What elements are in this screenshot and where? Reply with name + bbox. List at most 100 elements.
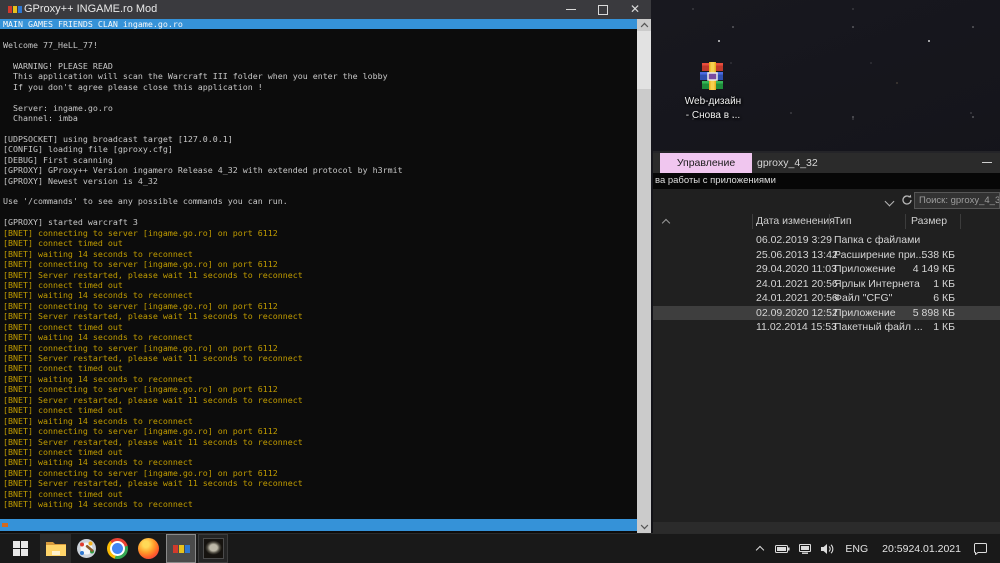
desktop-icon-winrar-archive[interactable]: Web-дизайн - Снова в ... [672,62,754,122]
clock[interactable]: 20:59 24.01.2021 [874,543,969,555]
close-icon[interactable]: ✕ [619,0,651,19]
clock-date: 24.01.2021 [908,543,961,555]
console-line [0,123,637,133]
scroll-down-icon[interactable] [641,522,649,530]
console-line: [BNET] waiting 14 seconds to reconnect [0,499,637,509]
explorer-search-input[interactable]: Поиск: gproxy_4_32 [914,192,1000,209]
start-button[interactable] [0,534,40,563]
console-line: [BNET] connecting to server [ingame.go.r… [0,301,637,311]
console-line: [BNET] waiting 14 seconds to reconnect [0,332,637,342]
folder-icon [45,540,67,557]
column-separator[interactable] [960,214,961,229]
explorer-minimize-icon[interactable] [982,162,992,163]
console-line: [BNET] Server restarted, please wait 11 … [0,478,637,488]
column-header-size[interactable]: Размер [911,212,947,231]
clock-time: 20:59 [882,543,908,555]
file-date: 24.01.2021 20:56 [756,277,838,292]
console-line: [BNET] waiting 14 seconds to reconnect [0,249,637,259]
refresh-icon[interactable] [901,194,913,206]
console-line: [BNET] Server restarted, please wait 11 … [0,270,637,280]
column-separator[interactable] [829,214,830,229]
console-input-bar[interactable] [0,519,637,531]
screen: { "terminal": { "title": "GProxy++ INGAM… [0,0,1000,563]
terminal-titlebar[interactable]: GProxy++ INGAME.ro Mod ✕ [0,0,651,19]
taskbar-firefox-button[interactable] [133,534,164,563]
column-separator[interactable] [905,214,906,229]
minimize-icon[interactable] [555,0,587,19]
file-size: 538 КБ [889,248,955,263]
gproxy-terminal-window: GProxy++ INGAME.ro Mod ✕ MAIN GAMES FRIE… [0,0,651,533]
file-date: 25.06.2013 13:42 [756,248,838,263]
console-line [0,207,637,217]
console-line: [BNET] waiting 14 seconds to reconnect [0,374,637,384]
language-indicator[interactable]: ENG [839,543,874,555]
file-type: Приложение [834,306,896,321]
action-center-icon[interactable] [969,542,1000,555]
console-line: [BNET] connecting to server [ingame.go.r… [0,259,637,269]
console-scrollbar[interactable] [637,19,651,533]
taskbar-chrome-button[interactable] [102,534,133,563]
firefox-icon [138,538,159,559]
console-line [0,29,637,39]
explorer-titlebar[interactable]: Управление gproxy_4_32 [653,153,1000,173]
console-line: WARNING! PLEASE READ [0,61,637,71]
warcraft3-icon [203,538,224,559]
file-row[interactable]: 24.01.2021 20:56Ярлык Интернета1 КБ [653,277,1000,292]
file-row[interactable]: 06.02.2019 3:29Папка с файлами [653,233,1000,248]
console-line: [BNET] connecting to server [ingame.go.r… [0,343,637,353]
console-line: [BNET] Server restarted, please wait 11 … [0,311,637,321]
file-row[interactable]: 11.02.2014 15:53Пакетный файл ...1 КБ [653,320,1000,335]
file-row[interactable]: 29.04.2020 11:03Приложение4 149 КБ [653,262,1000,277]
hidden-icons-chevron-icon[interactable] [753,542,767,556]
battery-icon[interactable] [771,543,794,555]
explorer-address-bar[interactable]: Поиск: gproxy_4_32 [653,189,1000,213]
explorer-ribbon-strip: ва работы с приложениями [653,173,1000,189]
console-line: [BNET] Server restarted, please wait 11 … [0,437,637,447]
windows-logo-icon [13,541,28,556]
column-header-date[interactable]: Дата изменения [756,212,835,231]
column-separator[interactable] [752,214,753,229]
paint-palette-icon [76,538,97,559]
console-line: [BNET] connect timed out [0,447,637,457]
chrome-icon [107,538,128,559]
console-line: [CONFIG] loading file [gproxy.cfg] [0,144,637,154]
scrollbar-thumb[interactable] [637,31,651,89]
console-line: [BNET] waiting 14 seconds to reconnect [0,416,637,426]
explorer-window-title: gproxy_4_32 [757,153,818,173]
file-row[interactable]: 02.09.2020 12:52Приложение5 898 КБ [653,306,1000,321]
console-line: [BNET] waiting 14 seconds to reconnect [0,457,637,467]
file-size: 6 КБ [889,291,955,306]
file-date: 02.09.2020 12:52 [756,306,838,321]
console-line: [UDPSOCKET] using broadcast target [127.… [0,134,637,144]
taskbar-gproxy-button-active[interactable] [166,534,196,563]
taskbar: ENG 20:59 24.01.2021 [0,533,1000,563]
file-row[interactable]: 24.01.2021 20:56Файл "CFG"6 КБ [653,291,1000,306]
console-line: [BNET] connect timed out [0,363,637,373]
network-icon[interactable] [794,543,816,555]
console-line: [DEBUG] First scanning [0,155,637,165]
file-row[interactable]: 25.06.2013 13:42Расширение при...538 КБ [653,248,1000,263]
gproxy-app-icon [8,6,22,13]
column-header-type[interactable]: Тип [834,212,852,231]
maximize-icon[interactable] [587,0,619,19]
explorer-column-headers[interactable]: Дата изменения Тип Размер [653,212,1000,231]
scroll-up-icon[interactable] [641,23,649,31]
console-line: [BNET] Server restarted, please wait 11 … [0,395,637,405]
console-line: Use '/commands' to see any possible comm… [0,196,637,206]
taskbar-paint-button[interactable] [71,534,102,563]
console-line: Server: ingame.go.ro [0,103,637,113]
console-line: [BNET] connect timed out [0,322,637,332]
file-type: Файл "CFG" [834,291,892,306]
terminal-title: GProxy++ INGAME.ro Mod [24,0,157,19]
taskbar-warcraft3-button[interactable] [198,534,228,563]
address-dropdown-icon[interactable] [885,197,895,207]
console-output[interactable]: MAIN GAMES FRIENDS CLAN ingame.go.ro Wel… [0,19,637,533]
console-line: If you don't agree please close this app… [0,82,637,92]
taskbar-file-explorer-button[interactable] [40,534,71,563]
system-tray: ENG 20:59 24.01.2021 [753,534,1000,563]
console-line: [BNET] connecting to server [ingame.go.r… [0,384,637,394]
file-size: 4 149 КБ [889,262,955,277]
explorer-window: Управление gproxy_4_32 ва работы с прило… [653,151,1000,535]
explorer-manage-tab[interactable]: Управление [660,153,752,173]
volume-icon[interactable] [816,543,839,555]
